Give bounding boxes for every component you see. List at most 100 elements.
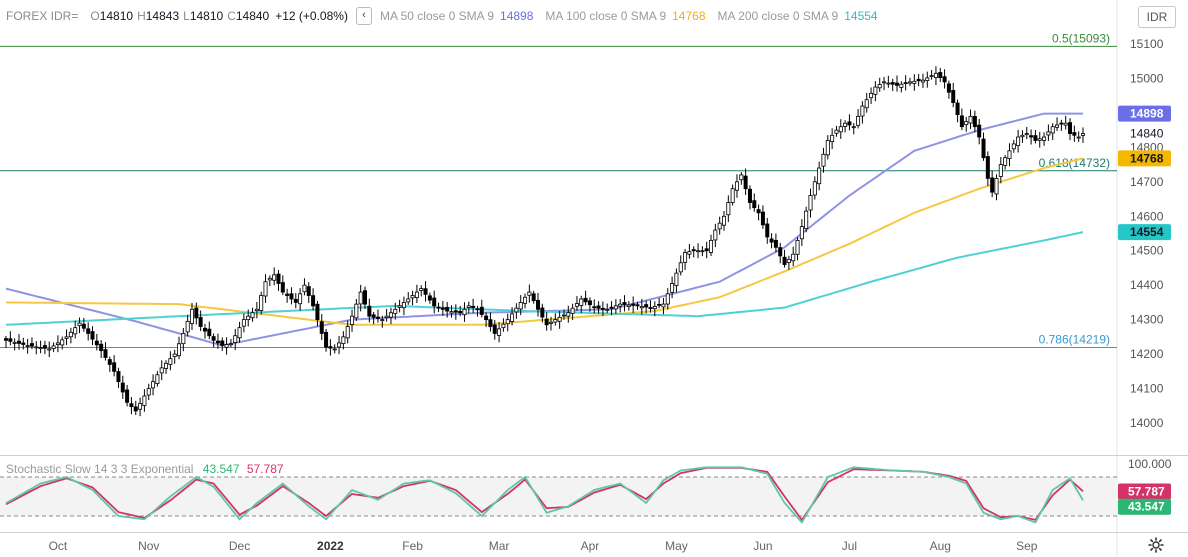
candle-body [142, 395, 147, 406]
candle-body [350, 315, 355, 325]
candle-body [362, 290, 367, 305]
candle-body [228, 343, 233, 346]
candle-body [1072, 132, 1077, 136]
candle-body [769, 238, 774, 243]
candle-body [531, 293, 536, 302]
candle-body [345, 326, 350, 339]
candle-body [272, 274, 277, 281]
y-tick-label: 14600 [1130, 209, 1164, 223]
candle-body [648, 307, 653, 309]
candle-body [120, 382, 125, 393]
close-label: C [227, 9, 236, 23]
candle-body [639, 306, 644, 309]
x-tick-label: Mar [489, 539, 510, 553]
candle-body [501, 323, 506, 329]
stochastic-k-value: 43.547 [202, 462, 240, 476]
candle-body [618, 303, 623, 307]
candle-body [479, 306, 484, 315]
currency-button[interactable]: IDR [1138, 6, 1176, 28]
candle-body [289, 293, 294, 300]
candle-body [1042, 136, 1047, 141]
candle-body [873, 86, 878, 95]
candle-body [29, 343, 34, 347]
candle-body [678, 262, 683, 273]
candle-body [946, 83, 951, 93]
candle-body [116, 371, 121, 383]
change-value: +12 (+0.08%) [275, 9, 348, 23]
candle-body [713, 229, 718, 241]
candle-body [1007, 150, 1012, 160]
candle-body [1063, 122, 1068, 126]
candle-body [293, 298, 298, 303]
candle-body [696, 250, 701, 253]
candle-body [497, 328, 502, 336]
candle-body [899, 83, 904, 88]
candle-body [795, 239, 800, 255]
candle-body [16, 340, 21, 344]
candle-body [821, 153, 826, 167]
candle-body [215, 340, 220, 344]
legend-header: FOREX IDR= O 14810 H 14843 L 14810 C 14840 +… [6, 6, 890, 26]
candle-body [311, 295, 316, 307]
candle-body [877, 84, 882, 89]
candle-body [440, 307, 445, 310]
candle-body [471, 305, 476, 308]
candle-body [73, 327, 78, 335]
candle-body [510, 313, 515, 322]
candle-body [202, 327, 207, 332]
fib-level-label: 0.786(14219) [1039, 333, 1110, 347]
candle-body [726, 202, 731, 216]
candle-body [626, 304, 631, 307]
candle-body [319, 321, 324, 334]
candle-body [959, 115, 964, 128]
candle-body [890, 82, 895, 85]
candle-body [302, 284, 307, 293]
candle-body [410, 295, 415, 299]
candle-body [665, 293, 670, 305]
candle-body [756, 209, 761, 214]
candle-body [1068, 122, 1073, 134]
x-tick-label: Jul [842, 539, 857, 553]
candle-body [938, 72, 943, 78]
y-tick-label: 14400 [1130, 278, 1164, 292]
candle-body [864, 99, 869, 109]
x-tick-label: Aug [930, 539, 951, 553]
y-tick-label: 14700 [1130, 175, 1164, 189]
candle-body [977, 124, 982, 138]
candle-body [194, 307, 199, 319]
candle-body [1050, 126, 1055, 134]
candle-body [730, 188, 735, 203]
chevron-left-icon[interactable]: ‹ [355, 7, 372, 25]
candle-body [808, 195, 813, 211]
candle-body [583, 297, 588, 303]
candle-body [817, 167, 822, 185]
y-tick-label: 15000 [1130, 71, 1164, 85]
x-tick-label: Sep [1016, 539, 1038, 553]
candle-body [895, 82, 900, 86]
candle-body [233, 335, 238, 343]
candle-body [985, 156, 990, 179]
candle-body [644, 304, 649, 308]
y-tick-label: 14300 [1130, 313, 1164, 327]
candle-body [743, 175, 748, 190]
candle-body [189, 308, 194, 324]
candle-body [211, 336, 216, 341]
stochastic-y-tick: 100.000 [1128, 457, 1172, 471]
candle-body [951, 90, 956, 103]
x-tick-label: Oct [49, 539, 68, 553]
candle-body [596, 305, 601, 309]
candle-body [773, 239, 778, 248]
candle-body [907, 81, 912, 84]
gear-icon[interactable] [1148, 537, 1164, 553]
candle-body [60, 339, 65, 346]
candle-body [354, 303, 359, 319]
low-label: L [183, 9, 190, 23]
candle-body [968, 115, 973, 124]
candle-body [1076, 136, 1081, 139]
stochastic-d-badge: 57.787 [1128, 484, 1165, 498]
stochastic-band [0, 477, 1117, 516]
candle-body [241, 319, 246, 327]
candle-body [972, 115, 977, 128]
candle-body [683, 252, 688, 263]
candle-body [458, 310, 463, 314]
